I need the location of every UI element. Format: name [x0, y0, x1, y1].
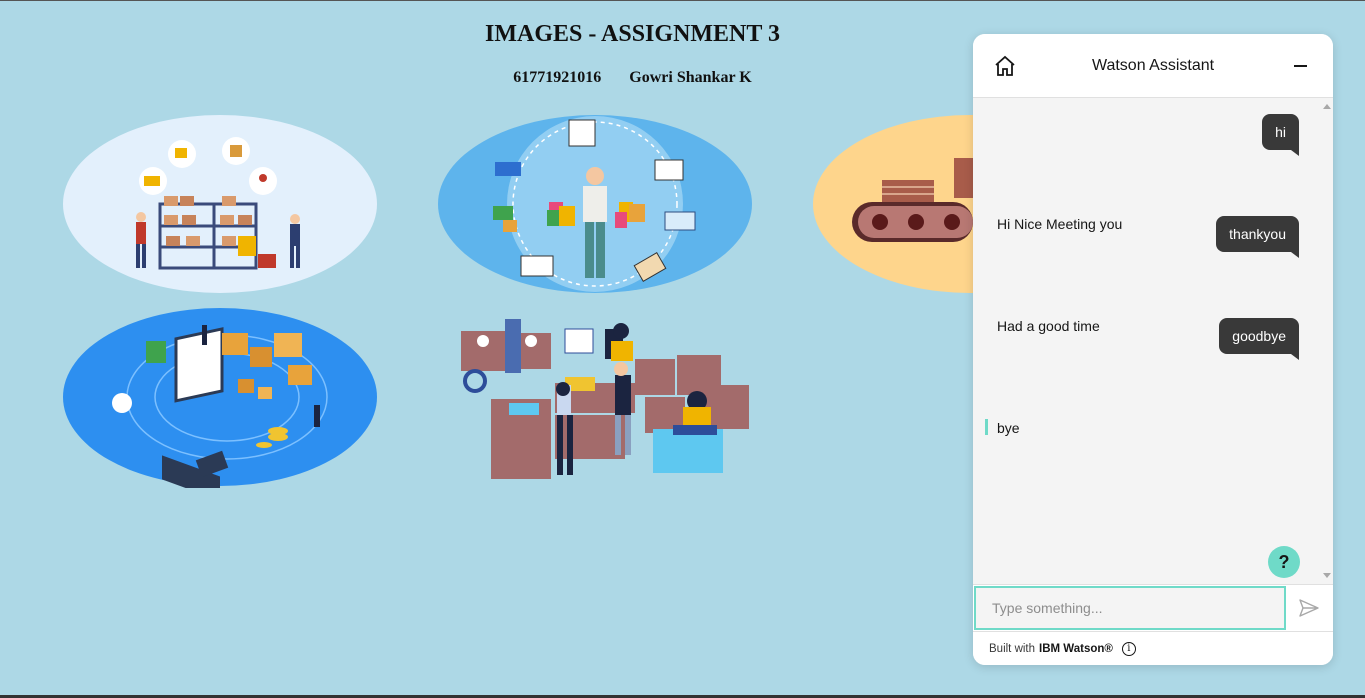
user-message: goodbye: [1219, 318, 1299, 360]
student-name: Gowri Shankar K: [629, 69, 752, 86]
shopping-customer-illustration: [437, 114, 753, 295]
help-button[interactable]: ?: [1268, 546, 1300, 578]
home-icon[interactable]: [993, 54, 1017, 78]
info-icon[interactable]: i: [1121, 641, 1136, 656]
roll-number: 61771921016: [513, 69, 602, 86]
scroll-up-icon[interactable]: [1323, 104, 1331, 109]
user-message: thankyou: [1216, 216, 1299, 258]
scrollbar[interactable]: [1321, 98, 1331, 584]
message-list[interactable]: hi Hi Nice Meeting you thankyou Had a go…: [973, 98, 1333, 584]
input-row: [973, 584, 1333, 631]
user-message: hi: [1262, 114, 1299, 156]
latest-response-indicator: [985, 419, 988, 435]
bot-message: bye: [997, 420, 1020, 436]
logistics-laptop-illustration: [62, 307, 378, 488]
bot-message: Had a good time: [997, 318, 1100, 334]
bot-message: Hi Nice Meeting you: [997, 216, 1123, 232]
assistant-footer: Built with IBM Watson® i: [973, 631, 1333, 665]
warehouse-team-illustration: [445, 319, 755, 489]
scroll-down-icon[interactable]: [1323, 573, 1331, 578]
send-icon[interactable]: [1298, 598, 1320, 618]
footer-brand: IBM Watson®: [1039, 642, 1113, 655]
minimize-icon[interactable]: [1294, 65, 1307, 67]
warehouse-shelves-illustration: [62, 114, 378, 295]
footer-prefix: Built with: [989, 642, 1036, 655]
watson-assistant-panel: Watson Assistant hi Hi Nice Meeting you …: [973, 34, 1333, 665]
conveyor-belt-illustration: [812, 114, 973, 295]
assistant-title: Watson Assistant: [1091, 56, 1215, 74]
assistant-header: Watson Assistant: [973, 34, 1333, 98]
message-input[interactable]: [974, 586, 1286, 630]
